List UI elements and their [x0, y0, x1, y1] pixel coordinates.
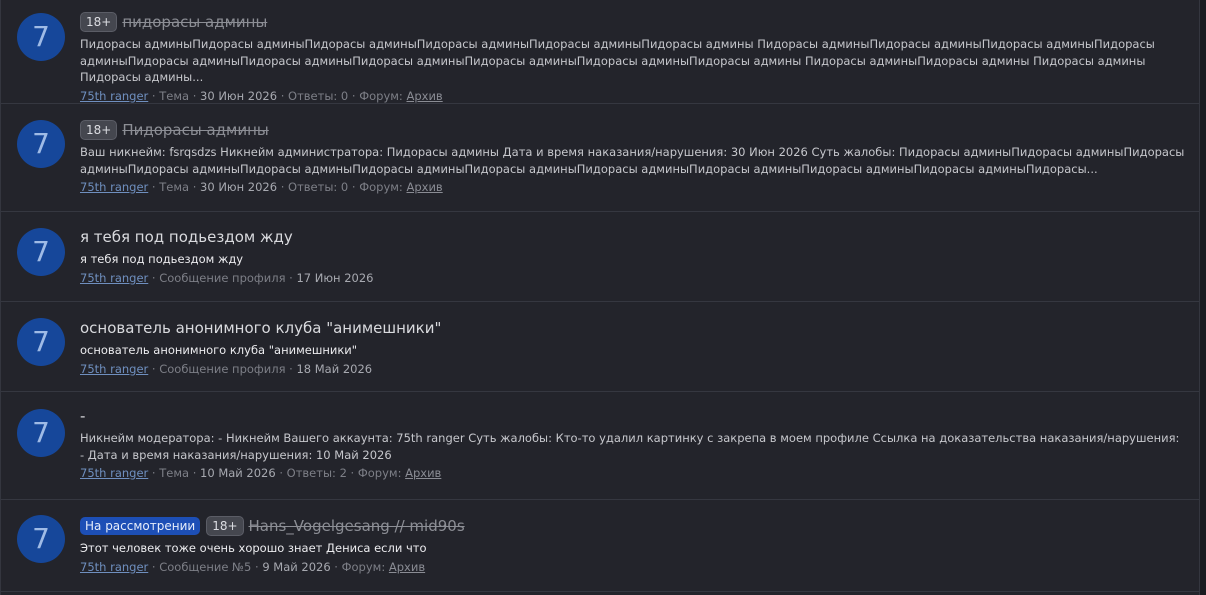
- status-badge: На рассмотрении: [80, 517, 201, 535]
- result-meta: 75th ranger · Тема · 30 Июн 2026 · Ответ…: [80, 88, 443, 103]
- result-date: 30 Июн 2026: [200, 88, 278, 103]
- search-results-panel: 7 18+ пидорасы админы Пидорасы админыПид…: [0, 0, 1200, 595]
- result-title-link[interactable]: пидорасы админы: [122, 13, 267, 31]
- reply-count: Ответы: 0: [288, 88, 349, 103]
- result-snippet: Этот человек тоже очень хорошо знает Ден…: [80, 541, 427, 555]
- reply-count: Ответы: 0: [288, 180, 349, 194]
- result-title-link[interactable]: основатель анонимного клуба "анимешники": [80, 319, 441, 337]
- result-type: Тема: [159, 88, 190, 103]
- result-snippet: Никнейм модератора: - Никнейм Вашего акк…: [80, 431, 1180, 462]
- forum-link[interactable]: Архив: [389, 560, 425, 574]
- result-title-link[interactable]: -: [80, 407, 85, 425]
- reply-count: Ответы: 2: [286, 466, 347, 480]
- avatar[interactable]: 7: [17, 228, 65, 276]
- avatar[interactable]: 7: [17, 409, 65, 457]
- forum-label: Форум:: [357, 466, 402, 480]
- result-date: 30 Июн 2026: [200, 180, 278, 194]
- result-type: Тема: [159, 466, 190, 480]
- result-type: Сообщение профиля: [159, 361, 286, 376]
- author-link[interactable]: 75th ranger: [80, 362, 148, 376]
- forum-label: Форум:: [359, 180, 403, 194]
- result-type: Сообщение профиля: [159, 270, 286, 285]
- result-type: Тема: [159, 180, 190, 194]
- result-meta: 75th ranger · Тема · 30 Июн 2026 · Ответ…: [80, 180, 443, 194]
- result-date: 10 Май 2026: [200, 466, 276, 480]
- result-type: Сообщение №5: [159, 559, 252, 574]
- result-row: 7 - Никнейм модератора: - Никнейм Вашего…: [1, 392, 1199, 500]
- avatar[interactable]: 7: [17, 120, 65, 168]
- result-meta: 75th ranger · Сообщение №5 · 9 Май 2026 …: [80, 559, 426, 574]
- result-meta: 75th ranger · Сообщение профиля · 18 Май…: [80, 361, 373, 376]
- author-link[interactable]: 75th ranger: [80, 271, 148, 285]
- result-title-link[interactable]: я тебя под подьездом жду: [80, 228, 293, 246]
- forum-link[interactable]: Архив: [406, 89, 442, 103]
- author-link[interactable]: 75th ranger: [80, 89, 148, 103]
- result-snippet: я тебя под подьездом жду: [80, 252, 244, 266]
- result-title-link[interactable]: Пидорасы админы: [122, 121, 268, 139]
- result-date: 9 Май 2026: [262, 559, 331, 574]
- result-snippet: Ваш никнейм: fsrqsdzs Никнейм администра…: [80, 145, 1185, 176]
- avatar[interactable]: 7: [17, 318, 65, 366]
- forum-link[interactable]: Архив: [406, 180, 442, 194]
- avatar[interactable]: 7: [17, 515, 65, 563]
- age-badge: 18+: [206, 516, 244, 536]
- age-badge: 18+: [80, 120, 118, 140]
- result-row: 7 основатель анонимного клуба "анимешник…: [1, 302, 1199, 392]
- author-link[interactable]: 75th ranger: [80, 560, 148, 574]
- result-date: 18 Май 2026: [296, 361, 373, 376]
- result-snippet: основатель анонимного клуба "анимешники": [80, 343, 358, 357]
- result-meta: 75th ranger · Сообщение профиля · 17 Июн…: [80, 270, 374, 285]
- author-link[interactable]: 75th ranger: [80, 180, 148, 194]
- result-date: 17 Июн 2026: [296, 270, 374, 285]
- result-row: 7 18+ Пидорасы админы Ваш никнейм: fsrqs…: [1, 104, 1199, 212]
- result-row: 7 На рассмотрении 18+ Hans_Vogelgesang /…: [1, 500, 1199, 592]
- forum-label: Форум:: [341, 559, 386, 574]
- result-snippet: Пидорасы админыПидорасы админыПидорасы а…: [80, 37, 1155, 84]
- result-title-link[interactable]: Hans_Vogelgesang // mid90s: [249, 517, 465, 535]
- result-row: 7 я тебя под подьездом жду я тебя под по…: [1, 212, 1199, 302]
- author-link[interactable]: 75th ranger: [80, 466, 148, 480]
- age-badge: 18+: [80, 12, 118, 32]
- forum-label: Форум:: [359, 88, 403, 103]
- avatar[interactable]: 7: [17, 13, 65, 61]
- result-meta: 75th ranger · Тема · 10 Май 2026 · Ответ…: [80, 466, 442, 480]
- forum-link[interactable]: Архив: [405, 466, 441, 480]
- result-row: 7 18+ пидорасы админы Пидорасы админыПид…: [1, 0, 1199, 104]
